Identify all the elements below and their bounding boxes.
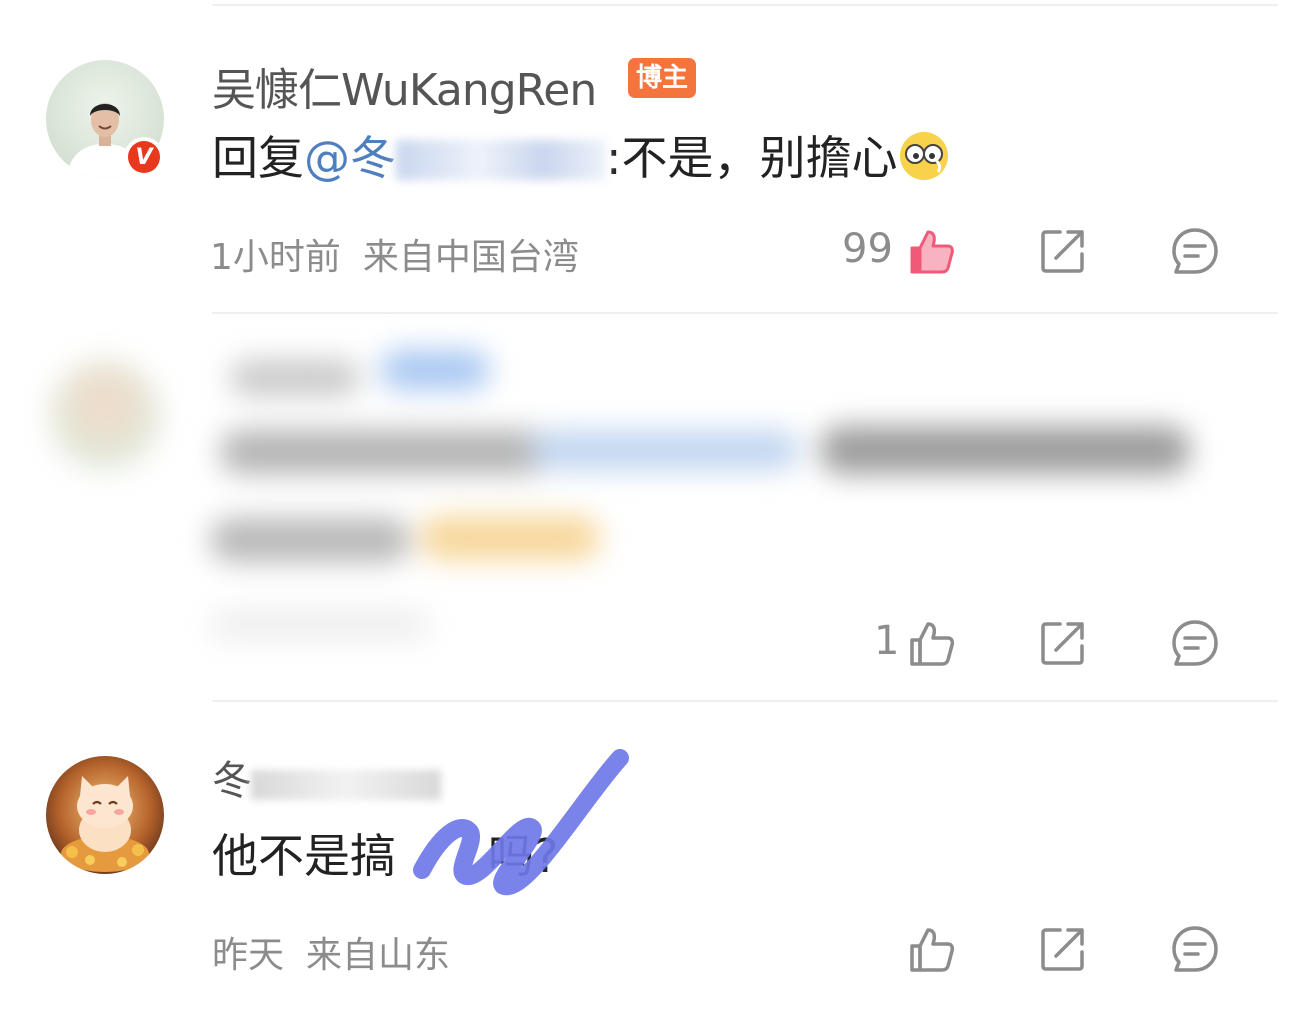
like-count: 99 — [842, 226, 893, 272]
verified-v-icon: V — [128, 141, 160, 173]
comment-text: 回复@冬 :不是，别擔心 — [212, 122, 950, 188]
thumbs-up-icon[interactable] — [906, 618, 956, 668]
reply-prefix: 回复 — [212, 131, 304, 185]
redacted-username — [396, 140, 606, 180]
username[interactable]: 吴慷仁WuKangRen — [212, 54, 597, 118]
thumbs-up-icon[interactable] — [906, 226, 956, 276]
share-icon[interactable] — [1038, 924, 1088, 974]
top-divider — [212, 4, 1278, 6]
location: 来自山东 — [306, 935, 451, 976]
avatar[interactable] — [46, 756, 164, 874]
comment-divider — [212, 700, 1278, 702]
comment-meta: 昨天 来自山东 — [212, 926, 450, 978]
share-icon[interactable] — [1038, 226, 1088, 276]
mention-link[interactable]: @冬 — [304, 131, 396, 185]
blurred-avatar — [50, 360, 160, 470]
comment-meta: 1小时前 来自中国台湾 — [210, 228, 579, 280]
timestamp: 昨天 — [212, 935, 285, 976]
share-icon[interactable] — [1038, 618, 1088, 668]
comment-icon[interactable] — [1170, 924, 1220, 974]
scribble-redaction — [413, 749, 629, 896]
thumbs-up-icon[interactable] — [906, 924, 956, 974]
comment-body-start: 他不是搞 — [212, 829, 396, 883]
timestamp: 1小时前 — [210, 237, 341, 278]
verified-badge: V — [124, 137, 164, 177]
blogger-badge: 博主 — [628, 58, 697, 98]
location: 来自中国台湾 — [362, 237, 579, 278]
comment-icon[interactable] — [1170, 226, 1220, 276]
comment-divider — [212, 312, 1278, 314]
like-count: 1 — [874, 618, 900, 664]
glasses-emoji-icon — [899, 132, 948, 180]
comment-body: :不是，别擔心 — [606, 131, 898, 185]
comment-icon[interactable] — [1170, 618, 1220, 668]
